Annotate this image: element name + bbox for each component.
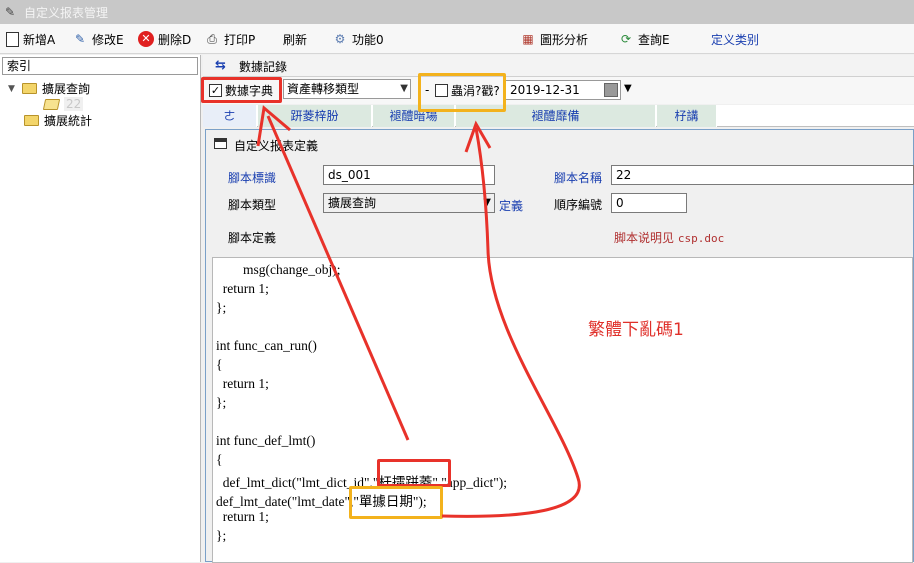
tab-0[interactable]: ㄜ: [203, 105, 257, 127]
new-button[interactable]: 新增A: [6, 30, 55, 48]
checkbox-checked-icon[interactable]: ✓: [209, 84, 222, 97]
type-select[interactable]: 資產轉移類型 ▼: [283, 79, 411, 99]
refresh-label: 刷新: [283, 32, 308, 47]
code-line: return 1;: [216, 281, 269, 296]
code-line: int func_def_lmt(): [216, 433, 316, 448]
category-label: 定义类别: [711, 32, 760, 47]
tab-4[interactable]: 杍講: [657, 105, 717, 127]
report-definition-dialog: 自定义报表定義 腳本標識 ds_001 腳本名稱 22 腳本類型 擴展查詢 ▼ …: [205, 129, 914, 563]
tree-item-label: 22: [64, 97, 84, 111]
tab-3[interactable]: 褪醴靡備: [456, 105, 656, 127]
data-records-header: ⇆ 數據記錄: [203, 55, 914, 77]
code-line: {: [216, 452, 223, 467]
annotation-text: 繁體下亂碼1: [588, 320, 684, 340]
code-line: };: [216, 300, 227, 315]
range-dash: -: [425, 83, 430, 97]
edit-label: 修改E: [92, 32, 124, 47]
printer-icon: ⎙: [207, 32, 217, 46]
calendar-icon[interactable]: [604, 83, 618, 97]
code-line: msg(change_obj);: [216, 262, 341, 277]
query-label: 查詢E: [638, 32, 670, 47]
dialog-title-bar: 自定义报表定義: [206, 130, 913, 157]
script-definition-label: 腳本定義: [228, 231, 277, 245]
order-input[interactable]: 0: [611, 193, 687, 213]
delete-label: 删除D: [158, 32, 192, 47]
chevron-down-icon: ▼: [483, 197, 491, 208]
code-line: int func_can_run(): [216, 338, 317, 353]
tab-1[interactable]: 趼菱梓朌: [258, 105, 372, 127]
tab-bar: ㄜ 趼菱梓朌 褪醴暗場 褪醴靡備 杍講: [203, 105, 914, 127]
window-title: 自定义报表管理: [24, 6, 109, 20]
tree-item-expand-query[interactable]: ▼ 擴展查詢: [8, 80, 90, 97]
script-id-label: 腳本標識: [228, 171, 277, 185]
tree-item-expand-stats[interactable]: 擴展統計: [24, 112, 92, 129]
open-folder-icon: [42, 98, 61, 110]
code-line: {: [216, 357, 223, 372]
checkbox-unchecked-icon[interactable]: [435, 84, 448, 97]
define-link[interactable]: 定義: [499, 197, 523, 214]
data-dict-label: 數據字典: [225, 84, 274, 98]
query-icon: ⟳: [620, 32, 632, 46]
edit-icon: ✎: [74, 32, 86, 46]
index-pane: 索引 ▼ 擴展查詢 22 擴展統計: [0, 55, 201, 562]
script-id-input[interactable]: ds_001: [323, 165, 495, 185]
script-type-label: 腳本類型: [228, 198, 277, 212]
tree-item-label: 擴展統計: [44, 114, 93, 128]
script-name-input[interactable]: 22: [611, 165, 914, 185]
tab-2[interactable]: 褪醴暗場: [373, 105, 455, 127]
refresh-button[interactable]: 刷新: [283, 30, 307, 48]
chart-analysis-button[interactable]: ▦ 圖形分析: [520, 30, 588, 48]
data-dict-checkbox[interactable]: ✓ 數據字典: [209, 82, 273, 99]
data-records-label: 數據記錄: [239, 60, 288, 74]
script-name-label: 腳本名稱: [554, 171, 603, 185]
script-type-select[interactable]: 擴展查詢 ▼: [323, 193, 495, 213]
code-line: return 1;: [216, 376, 269, 391]
code-line: };: [216, 528, 227, 543]
note-prefix: 脚本说明见: [614, 231, 675, 245]
code-line: def_lmt_dict("lmt_dict_id","杆擂跰菱","app_d…: [216, 475, 508, 490]
garbled-checkbox[interactable]: 蟲涓?戳?: [435, 82, 500, 99]
expander-icon[interactable]: ▼: [8, 84, 17, 94]
tree-item-label: 擴展查詢: [42, 82, 91, 96]
code-line: return 1;: [216, 509, 269, 524]
edit-button[interactable]: ✎ 修改E: [72, 30, 124, 48]
date-dropdown-icon[interactable]: ▼: [624, 83, 632, 94]
chevron-down-icon: ▼: [400, 83, 408, 94]
garbled-checkbox-label: 蟲涓?戳?: [451, 84, 500, 98]
function-label: 功能0: [352, 32, 384, 47]
print-button[interactable]: ⎙ 打印P: [204, 30, 255, 48]
define-category-link[interactable]: 定义类别: [711, 30, 759, 48]
order-label: 順序編號: [554, 198, 603, 212]
date-value: 2019-12-31: [510, 83, 580, 97]
new-doc-icon: [6, 31, 19, 47]
script-doc-note: 脚本说明见 csp.doc: [614, 229, 724, 246]
script-type-value: 擴展查詢: [328, 196, 377, 210]
query-button[interactable]: ⟳ 查詢E: [618, 30, 670, 48]
function-icon: ⚙: [334, 32, 346, 46]
note-file: csp.doc: [677, 232, 725, 245]
toolbar: 新增A ✎ 修改E ✕ 删除D ⎙ 打印P 刷新 ⚙ 功能0 ▦ 圖形分析 ⟳ …: [0, 24, 914, 54]
title-bar: ✎ 自定义报表管理: [0, 0, 914, 24]
dialog-title: 自定义报表定義: [234, 139, 319, 153]
tree-item-22[interactable]: 22: [42, 97, 84, 111]
chart-label: 圖形分析: [540, 32, 589, 47]
new-label: 新增A: [23, 32, 56, 47]
delete-icon: ✕: [138, 31, 154, 47]
delete-button[interactable]: ✕ 删除D: [138, 30, 191, 48]
swap-icon: ⇆: [215, 58, 226, 73]
code-editor[interactable]: msg(change_obj); return 1; }; int func_c…: [212, 257, 913, 563]
index-header: 索引: [2, 57, 198, 75]
code-line: def_lmt_date("lmt_date","單據日期");: [216, 494, 427, 509]
chart-icon: ▦: [522, 32, 534, 46]
code-line: };: [216, 395, 227, 410]
filter-row: ✓ 數據字典 資產轉移類型 ▼ - 蟲涓?戳? 2019-12-31 ▼: [203, 77, 914, 104]
type-select-value: 資產轉移類型: [287, 82, 360, 96]
window-icon: [214, 138, 227, 149]
folder-icon: [24, 115, 39, 126]
app-icon: ✎: [5, 5, 16, 19]
folder-icon: [22, 83, 37, 94]
print-label: 打印P: [224, 32, 256, 47]
date-input[interactable]: 2019-12-31: [505, 80, 621, 100]
function-button[interactable]: ⚙ 功能0: [332, 30, 384, 48]
